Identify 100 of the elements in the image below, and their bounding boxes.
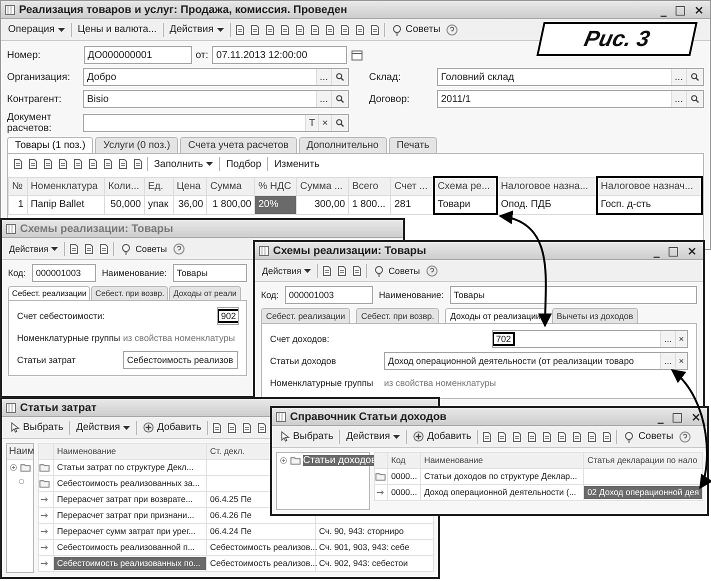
document-icon[interactable]	[226, 422, 238, 434]
field-button[interactable]: ×	[674, 353, 687, 369]
input-field[interactable]: 07.11.2013 12:00:00	[212, 46, 348, 64]
dropdown-button[interactable]: Действия	[73, 421, 134, 434]
field-button[interactable]: ...	[316, 91, 331, 107]
document-icon[interactable]	[278, 24, 290, 36]
column-header[interactable]: Цена	[173, 177, 207, 196]
calendar-icon[interactable]	[351, 49, 364, 61]
document-icon[interactable]	[368, 24, 380, 36]
field-button[interactable]: ×	[318, 115, 331, 131]
help-icon[interactable]	[426, 264, 438, 276]
input-field[interactable]: Добро ...	[83, 68, 349, 86]
document-icon[interactable]	[481, 430, 494, 442]
tab[interactable]: Вычеты из доходов	[552, 308, 638, 323]
toolbar-button[interactable]: Добавить	[410, 430, 474, 443]
help-icon[interactable]	[679, 430, 692, 442]
document-icon[interactable]	[338, 24, 350, 36]
field-button[interactable]: ...	[316, 69, 331, 85]
input-field[interactable]: T ×	[83, 114, 349, 132]
input-field[interactable]: Bisio ...	[83, 90, 349, 108]
dropdown-button[interactable]: Действия	[259, 264, 314, 276]
search-icon[interactable]	[335, 94, 345, 104]
input-field[interactable]: Головний склад ...	[437, 68, 704, 86]
tab[interactable]: Доходы от реализации	[445, 308, 546, 323]
toolbar-button[interactable]: Выбрать	[276, 430, 336, 443]
column-header[interactable]: №	[8, 177, 28, 196]
window-control[interactable]: ×	[684, 244, 699, 258]
tab[interactable]: Услуги (0 поз.)	[95, 137, 178, 153]
search-icon[interactable]	[690, 72, 700, 82]
document-icon[interactable]	[496, 430, 508, 442]
dropdown-button[interactable]: Операция	[5, 23, 68, 36]
field-button[interactable]: ...	[670, 69, 686, 85]
document-icon[interactable]	[87, 158, 99, 170]
field-button[interactable]: ×	[674, 331, 687, 347]
document-icon[interactable]	[294, 24, 306, 36]
field-button[interactable]: ...	[660, 331, 675, 347]
window-control[interactable]: _	[656, 410, 666, 424]
column-header[interactable]: Статья декларации по нало	[584, 454, 700, 467]
input-field[interactable]: 000001003	[284, 286, 373, 304]
document-icon[interactable]	[511, 430, 524, 442]
tab[interactable]: Товары (1 поз.)	[7, 137, 94, 153]
window-control[interactable]: _	[652, 244, 662, 258]
field-button[interactable]: T	[305, 115, 318, 131]
input-field[interactable]: Товары	[450, 286, 697, 304]
tips-button[interactable]: Советы	[620, 430, 676, 444]
document-icon[interactable]	[241, 422, 254, 434]
input-field[interactable]: ДО000000001	[84, 46, 192, 64]
dropdown-button[interactable]: Действия	[343, 430, 404, 443]
help-icon[interactable]	[446, 24, 458, 36]
column-header[interactable]: Сумма ...	[296, 177, 349, 196]
expand-icon[interactable]	[9, 463, 18, 472]
document-icon[interactable]	[42, 158, 54, 170]
document-icon[interactable]	[256, 422, 268, 434]
document-icon[interactable]	[601, 430, 614, 442]
document-icon[interactable]	[234, 24, 246, 36]
document-icon[interactable]	[132, 158, 144, 170]
window-control[interactable]: □	[670, 410, 685, 424]
search-icon[interactable]	[690, 94, 700, 104]
document-icon[interactable]	[117, 158, 129, 170]
toolbar-button[interactable]: Подбор	[223, 158, 264, 170]
document-icon[interactable]	[248, 24, 260, 36]
document-icon[interactable]	[351, 264, 364, 276]
tab[interactable]: Себест. при возвр.	[356, 308, 440, 323]
column-header[interactable]: Номенклатура	[27, 177, 105, 196]
window-control[interactable]: _	[658, 2, 669, 16]
document-icon[interactable]	[72, 158, 84, 170]
column-header[interactable]: Счет ...	[390, 177, 434, 196]
window-control[interactable]: □	[666, 244, 681, 258]
document-icon[interactable]	[586, 430, 598, 442]
column-header[interactable]: Схема ре...	[434, 177, 497, 196]
window-control[interactable]: ×	[688, 410, 703, 424]
tab[interactable]: Печать	[388, 137, 438, 153]
search-icon[interactable]	[335, 118, 345, 128]
column-header[interactable]: Налоговое назнач...	[596, 177, 702, 196]
input-field[interactable]: 702 ... ×	[492, 330, 688, 348]
document-icon[interactable]	[324, 24, 336, 36]
input-field[interactable]: 2011/1 ...	[437, 90, 704, 108]
document-icon[interactable]	[336, 264, 348, 276]
document-icon[interactable]	[102, 158, 114, 170]
document-icon[interactable]	[27, 158, 39, 170]
toolbar-button[interactable]: Цены и валюта...	[74, 23, 160, 36]
column-header[interactable]: Ед.	[144, 177, 174, 196]
column-header[interactable]: Сумма	[206, 177, 255, 196]
document-icon[interactable]	[571, 430, 584, 442]
tab[interactable]: Счета учета расчетов	[180, 137, 297, 153]
column-header[interactable]: % НДС	[254, 177, 297, 196]
document-icon[interactable]	[57, 158, 69, 170]
expand-icon[interactable]	[279, 456, 288, 465]
document-icon[interactable]	[264, 24, 276, 36]
column-header[interactable]: Всего	[348, 177, 391, 196]
field-button[interactable]: ...	[670, 91, 686, 107]
field-button[interactable]: ...	[660, 353, 675, 369]
document-icon[interactable]	[541, 430, 554, 442]
column-header[interactable]: Наим	[7, 444, 33, 460]
document-icon[interactable]	[211, 422, 224, 434]
window-control[interactable]: ×	[692, 2, 706, 16]
tab[interactable]: Себест. реализации	[261, 308, 350, 323]
input-field[interactable]: Доход операционной деятельности (от реализации товаро ... ×	[384, 352, 688, 370]
tips-button[interactable]: Советы	[388, 22, 444, 36]
document-icon[interactable]	[12, 158, 24, 170]
